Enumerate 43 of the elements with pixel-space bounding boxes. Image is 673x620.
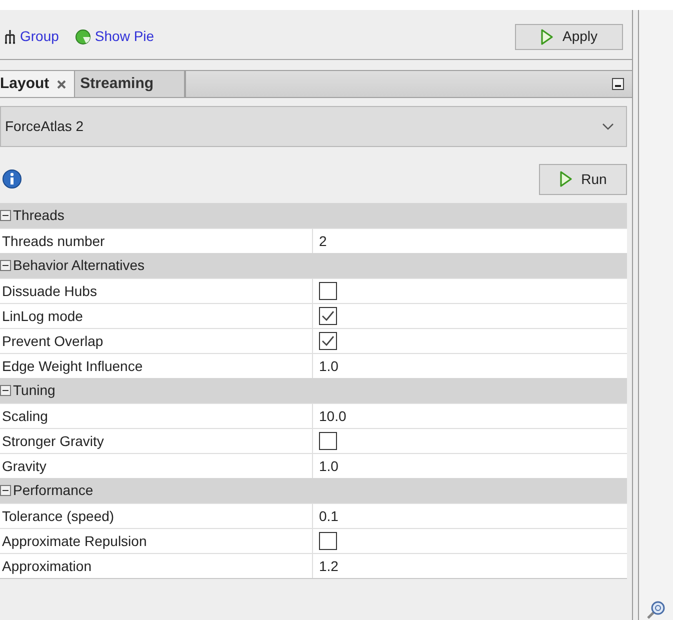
- minimize-icon[interactable]: [612, 78, 624, 90]
- section-header: Tuning: [13, 381, 56, 400]
- toolbar-link[interactable]: Group: [4, 26, 59, 47]
- property-name: Stronger Gravity: [0, 429, 313, 453]
- close-icon[interactable]: [57, 80, 66, 88]
- property-name: LinLog mode: [0, 304, 313, 328]
- collapse-icon[interactable]: [0, 485, 11, 496]
- section-header: Performance: [13, 481, 94, 500]
- property-value[interactable]: 10.0: [319, 406, 346, 426]
- layout-dropdown[interactable]: ForceAtlas 2: [0, 106, 627, 147]
- section-header: Behavior Alternatives: [13, 256, 145, 275]
- property-name: Scaling: [0, 404, 313, 428]
- info-icon[interactable]: [2, 169, 22, 189]
- property-name: Prevent Overlap: [0, 329, 313, 353]
- checkbox[interactable]: [319, 307, 337, 325]
- checkbox[interactable]: [319, 532, 337, 550]
- property-name: Approximation: [0, 554, 313, 578]
- property-value[interactable]: 1.2: [319, 556, 338, 576]
- collapse-icon[interactable]: [0, 385, 11, 396]
- chevron-down-icon: [602, 122, 614, 130]
- panel-tab[interactable]: Streaming: [75, 71, 186, 97]
- collapse-icon[interactable]: [0, 210, 11, 221]
- checkbox[interactable]: [319, 332, 337, 350]
- property-value[interactable]: 0.1: [319, 506, 338, 526]
- hierarchy-icon: [4, 28, 16, 44]
- zoom-icon[interactable]: [646, 600, 666, 620]
- collapse-icon[interactable]: [0, 260, 11, 271]
- run-button[interactable]: Run: [539, 164, 627, 194]
- pie-icon: [74, 28, 91, 44]
- property-name: Dissuade Hubs: [0, 279, 313, 303]
- panel-tab[interactable]: Layout: [0, 71, 76, 97]
- property-name: Approximate Repulsion: [0, 529, 313, 553]
- property-value[interactable]: 1.0: [319, 356, 338, 376]
- toolbar-link[interactable]: Show Pie: [74, 26, 154, 47]
- apply-button[interactable]: Apply: [515, 24, 623, 50]
- play-icon: [540, 28, 554, 46]
- property-name: Tolerance (speed): [0, 504, 313, 528]
- section-header: Threads: [13, 206, 64, 225]
- checkbox[interactable]: [319, 282, 337, 300]
- property-value[interactable]: 1.0: [319, 456, 338, 476]
- property-value[interactable]: 2: [319, 230, 327, 252]
- checkbox[interactable]: [319, 432, 337, 450]
- play-icon: [559, 170, 574, 188]
